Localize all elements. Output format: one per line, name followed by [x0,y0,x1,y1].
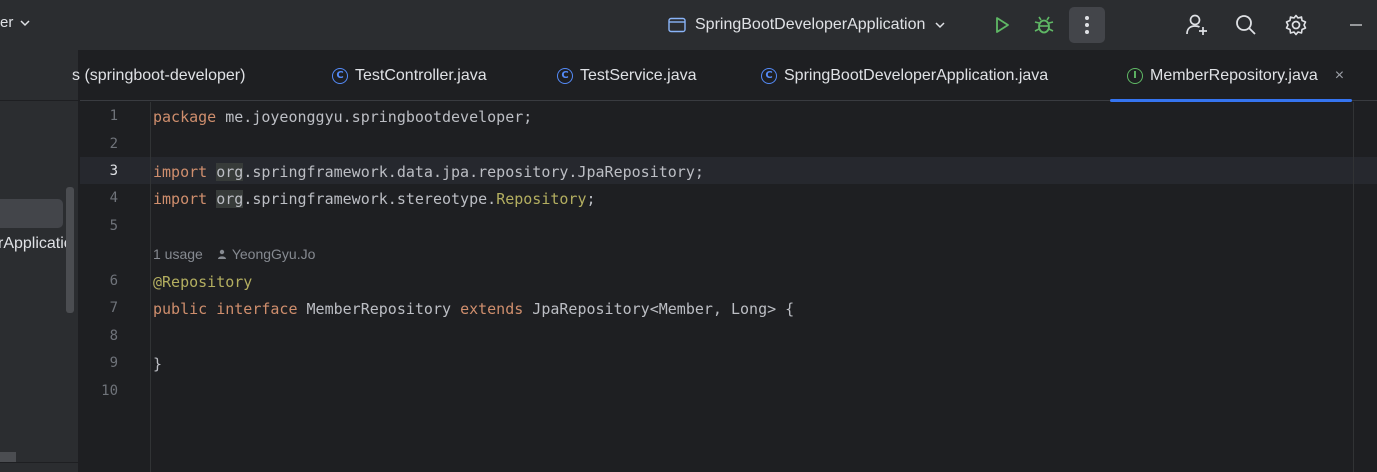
chevron-down-icon [935,22,945,29]
close-icon[interactable]: × [1335,67,1344,85]
tab-label: MemberRepository.java [1150,66,1318,84]
import-path: .springframework.data.jpa.repository.Jpa… [243,163,704,181]
add-user-icon [1186,14,1207,35]
line-number: 5 [109,218,118,234]
code-line-1[interactable]: package me.joyeonggyu.springbootdevelope… [153,108,532,126]
tab-label: TestService.java [580,66,697,84]
project-panel-scrollbar[interactable] [66,187,74,313]
interface-name: MemberRepository [297,300,461,318]
line-number-current: 3 [109,163,118,179]
panel-divider [0,462,78,463]
more-vertical-icon [1085,16,1089,34]
author-name: YeongGyu.Jo [231,246,316,262]
package-name: me.joyeonggyu.springbootdeveloper; [216,108,533,126]
keyword-public: public [153,300,208,318]
tab-label: TestController.java [355,66,487,84]
project-tree-selected-row[interactable] [0,199,63,228]
code-line-4[interactable]: import org.springframework.stereotype.Re… [153,190,596,208]
bug-icon [1034,16,1054,34]
inlay-hint[interactable]: 1 usage YeongGyu.Jo [153,246,315,262]
line-number: 2 [109,136,118,152]
keyword-import: import [153,163,208,181]
code-with-me-button[interactable] [1183,11,1211,39]
line-number: 1 [109,108,118,124]
project-selector[interactable]: er [0,14,31,31]
application-window-icon [668,17,686,33]
tab-test-service[interactable]: C TestService.java [557,50,697,101]
tab-project-module[interactable]: s (springboot-developer) [72,50,245,101]
extends-type: JpaRepository<Member, Long> { [523,300,795,318]
project-panel-header [0,50,78,101]
code-line-7[interactable]: public interface MemberRepository extend… [153,300,794,318]
java-class-icon: C [332,67,348,84]
code-editor[interactable]: 1 2 3 4 5 6 7 8 9 10 package me.joyeongg… [80,102,1377,472]
author-hint[interactable]: YeongGyu.Jo [217,246,316,262]
line-number: 7 [109,300,118,316]
import-path: .springframework.stereotype. [243,190,497,208]
annotation: @Repository [153,273,253,291]
project-tree-item-label[interactable]: rApplicatio [0,235,73,253]
keyword-import: import [153,190,208,208]
line-number: 4 [109,190,118,206]
line-number: 6 [109,273,118,289]
highlighted-identifier: org [216,163,244,181]
line-number: 10 [101,383,118,399]
project-tool-window: rApplicatio [0,50,79,472]
run-configuration-name: SpringBootDeveloperApplication [695,16,926,33]
minimize-icon [1350,24,1362,26]
settings-button[interactable] [1282,11,1310,39]
gear-icon [1285,14,1307,36]
semicolon: ; [586,190,596,208]
gutter-divider [150,102,151,472]
title-bar: er SpringBootDeveloperApplication [0,0,1377,50]
line-number: 9 [109,355,118,371]
usages-count[interactable]: 1 usage [153,246,203,262]
keyword-interface: interface [216,300,298,318]
horizontal-scrollbar[interactable] [0,452,16,462]
tab-springboot-developer-application[interactable]: C SpringBootDeveloperApplication.java [761,50,1048,101]
editor-tab-bar: s (springboot-developer) C TestControlle… [72,50,1377,102]
right-margin-guide [1353,102,1354,472]
tab-test-controller[interactable]: C TestController.java [332,50,487,101]
run-configuration-selector[interactable]: SpringBootDeveloperApplication [668,13,946,37]
minimize-button[interactable] [1342,11,1370,39]
line-number: 8 [109,328,118,344]
java-class-icon: C [557,67,573,84]
play-icon [996,17,1009,33]
search-icon [1236,15,1256,35]
annotation-class-name: Repository [496,190,587,208]
closing-brace: } [153,355,163,373]
code-line-9[interactable]: } [153,355,162,373]
code-line-6[interactable]: @Repository [153,273,252,291]
tab-member-repository[interactable]: I MemberRepository.java × [1110,50,1353,102]
run-button[interactable] [988,11,1016,39]
chevron-down-icon [20,19,30,26]
tab-label: s (springboot-developer) [72,66,246,84]
debug-button[interactable] [1030,11,1058,39]
keyword-extends: extends [460,300,524,318]
search-button[interactable] [1232,11,1260,39]
java-interface-icon: I [1127,67,1143,84]
tab-label: SpringBootDeveloperApplication.java [784,66,1049,84]
java-class-icon: C [761,67,777,84]
project-name: er [0,14,14,31]
code-line-3[interactable]: import org.springframework.data.jpa.repo… [153,163,704,181]
more-actions-button[interactable] [1069,7,1105,43]
keyword-package: package [153,108,217,126]
user-icon [217,249,226,259]
highlighted-identifier: org [216,190,244,208]
